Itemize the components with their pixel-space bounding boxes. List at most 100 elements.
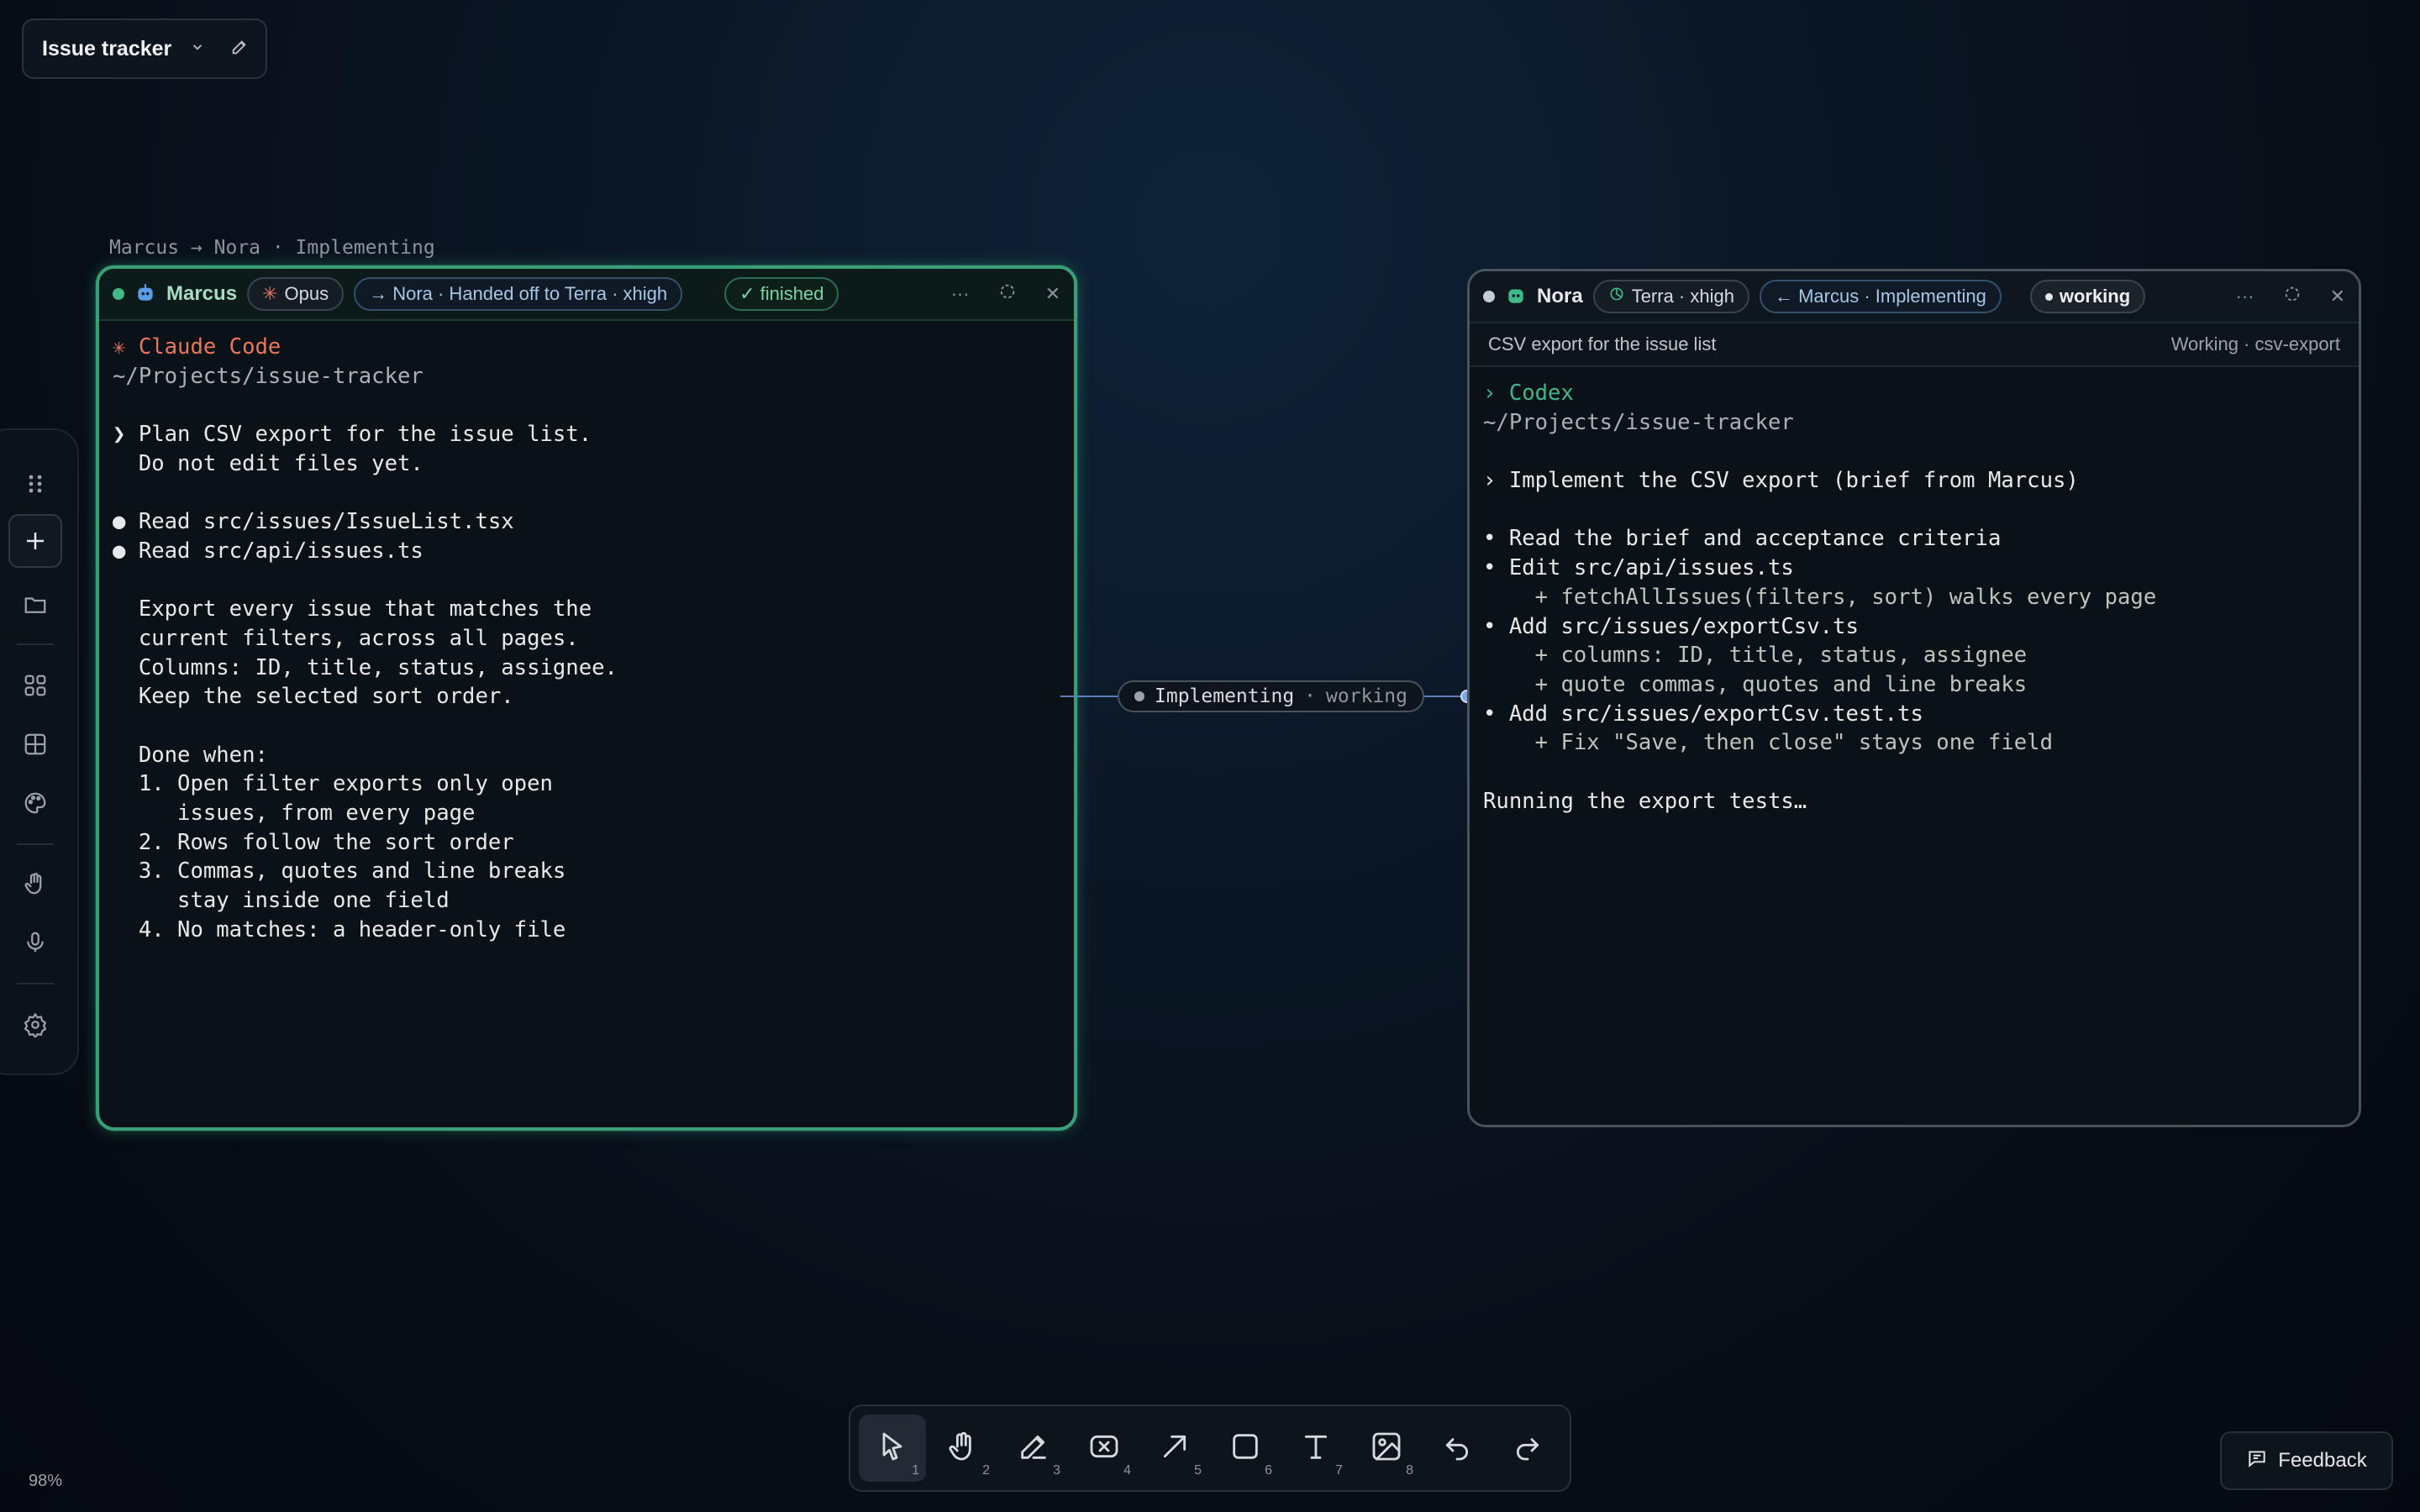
terminal-line: 1. Open filter exports only open [113, 771, 553, 797]
terminal-line: › Implement the CSV export (brief from M… [1483, 468, 2079, 494]
terminal-line: issues, from every page [113, 801, 476, 826]
status-badge: working [2029, 280, 2146, 313]
agent-panel-nora[interactable]: Nora Terra · xhigh ← Marcus · Implementi… [1467, 269, 2361, 1127]
terminal-line: Export every issue that matches the [113, 596, 592, 622]
panel-header: Marcus ✳ Opus → Nora · Handed off to Ter… [99, 269, 1074, 321]
tool-shortcut: 6 [1265, 1463, 1272, 1478]
chevron-down-icon[interactable] [190, 39, 205, 59]
more-icon[interactable]: ··· [951, 283, 970, 305]
tool-text-button[interactable]: 7 [1282, 1415, 1349, 1482]
drag-handle-icon[interactable] [8, 457, 62, 511]
tool-shortcut: 2 [982, 1463, 990, 1478]
feedback-label: Feedback [2278, 1449, 2367, 1472]
palette-icon[interactable] [8, 776, 62, 830]
terminal-line: • Edit src/api/issues.ts [1483, 555, 1794, 581]
feedback-button[interactable]: Feedback [2220, 1431, 2393, 1490]
terminal-line: Running the export tests… [1483, 788, 1807, 814]
arrow-icon [1158, 1430, 1192, 1467]
terminal-line: • Add src/issues/exportCsv.test.ts [1483, 701, 1923, 727]
terminal-line: ✳ Claude Code [113, 334, 281, 360]
terminal-output[interactable]: › Codex ~/Projects/issue-tracker › Impleme… [1470, 367, 2359, 827]
expand-icon[interactable] [998, 282, 1017, 306]
tool-select-button[interactable]: 1 [859, 1415, 926, 1482]
tool-shortcut: 8 [1406, 1463, 1413, 1478]
pencil-icon [1017, 1430, 1050, 1467]
close-icon[interactable]: ✕ [2330, 286, 2345, 307]
grid-icon[interactable] [8, 717, 62, 771]
agent-panel-marcus[interactable]: Marcus ✳ Opus → Nora · Handed off to Ter… [96, 265, 1077, 1131]
terminal-line: 4. No matches: a header-only file [113, 916, 566, 942]
expand-icon[interactable] [2283, 285, 2302, 308]
agent-name: Marcus [166, 282, 238, 305]
panel-header: Nora Terra · xhigh ← Marcus · Implementi… [1470, 271, 2359, 323]
terminal-line: stay inside one field [113, 888, 450, 914]
tool-hand-button[interactable]: 2 [929, 1415, 997, 1482]
microphone-icon[interactable] [8, 916, 62, 969]
select-icon [876, 1430, 909, 1467]
more-icon[interactable]: ··· [2236, 286, 2254, 307]
terminal-line: + Fix "Save, then close" stays one field [1483, 730, 2053, 756]
add-button[interactable] [8, 514, 62, 568]
tool-undo-button[interactable] [1423, 1415, 1491, 1482]
agent-name: Nora [1537, 285, 1583, 307]
terminal-line: 2. Rows follow the sort order [113, 829, 514, 855]
terminal-line: › Codex [1483, 381, 1574, 406]
working-dot [2044, 292, 2053, 301]
tool-arrow-button[interactable]: 5 [1141, 1415, 1208, 1482]
board-title-menu[interactable]: Issue tracker [22, 18, 267, 79]
apps-icon[interactable] [8, 659, 62, 712]
terminal-line: + quote commas, quotes and line breaks [1483, 671, 2028, 697]
tool-shortcut: 4 [1123, 1463, 1131, 1478]
terminal-output[interactable]: ✳ Claude Code ~/Projects/issue-tracker ❯ P… [99, 321, 1074, 956]
status-dot [113, 288, 124, 300]
panel-breadcrumb: Marcus → Nora · Implementing [109, 237, 435, 259]
status-label: working [2059, 286, 2131, 307]
redo-icon [1511, 1430, 1544, 1467]
terminal-line: current filters, across all pages. [113, 625, 579, 651]
undo-icon [1440, 1430, 1474, 1467]
handoff-chip[interactable]: → Nora · Handed off to Terra · xhigh [354, 277, 683, 311]
terminal-line: ❯ Plan CSV export for the issue list. [113, 422, 592, 448]
task-title: CSV export for the issue list [1488, 333, 1717, 354]
tool-eraser-button[interactable]: 4 [1071, 1415, 1138, 1482]
rectangle-icon [1228, 1430, 1262, 1467]
settings-icon[interactable] [8, 998, 62, 1052]
image-icon [1370, 1430, 1403, 1467]
tool-shortcut: 7 [1335, 1463, 1343, 1478]
folder-icon[interactable] [8, 578, 62, 632]
status-dot [1483, 291, 1495, 302]
terminal-line: Done when: [113, 742, 268, 768]
hand-icon [946, 1430, 980, 1467]
zoom-level[interactable]: 98% [29, 1472, 62, 1491]
model-chip[interactable]: ✳ Opus [247, 277, 345, 311]
tool-shortcut: 5 [1194, 1463, 1202, 1478]
comment-icon [2246, 1447, 2268, 1475]
tool-shortcut: 1 [912, 1463, 919, 1478]
tool-rectangle-button[interactable]: 6 [1212, 1415, 1279, 1482]
close-icon[interactable]: ✕ [1045, 283, 1060, 305]
board-title: Issue tracker [42, 36, 172, 60]
connector-label[interactable]: Implementing · working [1118, 680, 1424, 712]
terminal-line: + fetchAllIssues(filters, sort) walks ev… [1483, 584, 2157, 610]
handoff-chip[interactable]: ← Marcus · Implementing [1759, 280, 2002, 313]
terminal-line: Do not edit files yet. [113, 450, 424, 476]
model-label: Terra · xhigh [1631, 286, 1734, 307]
text-icon [1299, 1430, 1333, 1467]
robot-icon [1505, 284, 1527, 310]
tool-redo-button[interactable] [1494, 1415, 1561, 1482]
terminal-line: Columns: ID, title, status, assignee. [113, 654, 618, 680]
sparkle-icon: ✳ [262, 283, 278, 304]
model-chip[interactable]: Terra · xhigh [1592, 280, 1749, 313]
model-label: Opus [284, 283, 329, 304]
tool-image-button[interactable]: 8 [1353, 1415, 1420, 1482]
terminal-line: ● Read src/issues/IssueList.tsx [113, 509, 514, 535]
status-badge: ✓ finished [724, 277, 839, 311]
connector-status: working [1326, 685, 1407, 707]
connector-stage: Implementing [1155, 685, 1295, 707]
hand-icon[interactable] [8, 857, 62, 911]
tool-pencil-button[interactable]: 3 [1000, 1415, 1067, 1482]
edit-icon[interactable] [230, 38, 249, 60]
